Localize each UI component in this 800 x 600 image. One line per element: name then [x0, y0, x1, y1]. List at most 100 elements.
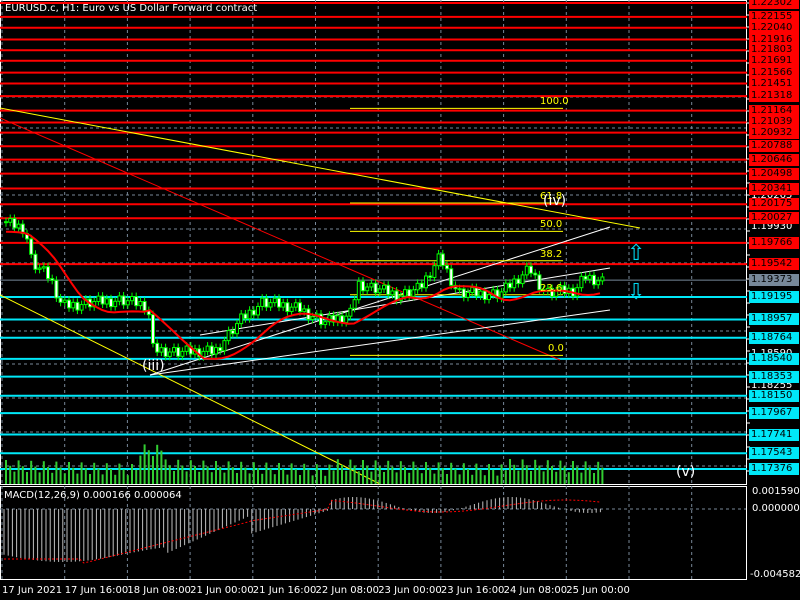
- candle: [134, 296, 139, 307]
- candle: [79, 304, 84, 311]
- candle: [12, 218, 17, 229]
- candle: [50, 278, 55, 281]
- support-price-label: 1.18957: [749, 313, 799, 326]
- time-axis-label: 17 Jun 16:00: [64, 585, 129, 596]
- candle: [445, 264, 449, 270]
- candle: [487, 294, 491, 301]
- candle: [172, 347, 176, 353]
- candle: [184, 345, 189, 352]
- candle: [176, 347, 181, 357]
- candle: [529, 265, 533, 274]
- candle: [390, 290, 395, 296]
- candle: [71, 301, 76, 309]
- candle: [524, 265, 529, 276]
- time-axis-label: 17 Jun 2021: [2, 585, 63, 596]
- candle: [130, 296, 134, 302]
- candle: [503, 282, 508, 293]
- candle: [499, 291, 504, 299]
- candle: [298, 302, 302, 313]
- resistance-price-label: 1.20175: [749, 198, 799, 211]
- trendline-upper: [0, 107, 641, 229]
- candle: [377, 288, 382, 294]
- resistance-price-label: 1.19542: [749, 258, 799, 271]
- resistance-price-label: 1.19766: [749, 236, 799, 249]
- resistance-price-label: 1.21451: [749, 77, 799, 90]
- candle: [428, 275, 433, 278]
- candle: [37, 267, 42, 270]
- candle: [41, 266, 46, 269]
- candle: [478, 290, 483, 297]
- candle: [466, 291, 470, 298]
- candle: [230, 330, 235, 335]
- up-arrow-icon[interactable]: ⇧: [627, 243, 645, 265]
- time-axis-label: 23 Jun 00:00: [378, 585, 442, 596]
- candle: [533, 272, 538, 276]
- support-price-label: 1.18353: [749, 370, 799, 383]
- time-axis-label: 23 Jun 16:00: [440, 585, 505, 596]
- resistance-price-label: 1.21318: [749, 90, 799, 103]
- candle: [222, 340, 227, 352]
- candle: [163, 347, 168, 357]
- fib-level-label: 23.6: [540, 282, 563, 294]
- resistance-price-label: 1.21164: [749, 104, 799, 117]
- candle: [264, 297, 269, 308]
- candle: [302, 308, 307, 313]
- candle: [281, 302, 286, 308]
- candle: [138, 300, 143, 307]
- candle: [520, 274, 525, 285]
- candle: [251, 309, 256, 316]
- chart-canvas[interactable]: [0, 0, 800, 600]
- candle: [226, 330, 231, 342]
- candle: [58, 297, 63, 303]
- candle: [218, 347, 223, 352]
- macd-label: MACD(12,26,9) 0.000166 0.000064: [4, 490, 182, 501]
- moving-average-line: [5, 230, 601, 360]
- time-axis-label: 21 Jun 16:00: [252, 585, 317, 596]
- wave-label-iv: (iv): [543, 193, 567, 209]
- candle: [419, 282, 424, 289]
- candle: [205, 345, 210, 352]
- fib-level-label: 38.2: [540, 248, 563, 260]
- support-price-label: 1.17967: [749, 407, 799, 420]
- down-arrow-icon[interactable]: ⇩: [627, 282, 645, 304]
- candle: [167, 351, 172, 357]
- candle: [592, 274, 596, 286]
- support-price-label: 1.17543: [749, 447, 799, 460]
- support-price-label: 1.17376: [749, 463, 799, 476]
- fib-level-label: 0.0: [548, 343, 564, 355]
- candle: [142, 300, 147, 312]
- candle: [352, 299, 357, 309]
- candle: [386, 284, 391, 296]
- candle: [432, 265, 437, 278]
- candle: [155, 342, 160, 353]
- candle: [54, 279, 59, 299]
- time-axis-label: 25 Jun 00:00: [566, 585, 630, 596]
- candle: [344, 315, 349, 324]
- candle: [289, 306, 294, 313]
- candle: [151, 314, 155, 344]
- resistance-price-label: 1.20341: [749, 182, 799, 195]
- fib-level-label: 50.0: [540, 219, 563, 231]
- candle: [403, 289, 407, 297]
- support-price-label: 1.18764: [749, 331, 799, 344]
- candle: [75, 301, 80, 311]
- candle: [209, 345, 214, 355]
- wave-label-v: (v): [676, 464, 696, 480]
- candle: [587, 274, 592, 280]
- candle: [369, 282, 374, 288]
- resistance-price-label: 1.20027: [749, 212, 799, 225]
- candle: [348, 307, 353, 317]
- candle: [508, 282, 512, 289]
- candle: [415, 282, 420, 291]
- candle: [159, 347, 164, 353]
- candle: [214, 347, 218, 355]
- resistance-price-label: 1.22040: [749, 21, 799, 34]
- candle: [16, 223, 21, 229]
- candle: [180, 350, 185, 357]
- macd-min-label: -0.004582: [750, 569, 800, 580]
- resistance-price-label: 1.21691: [749, 54, 799, 67]
- candle: [424, 275, 428, 289]
- support-price-label: 1.17741: [749, 428, 799, 441]
- candle: [461, 288, 466, 298]
- candle: [579, 275, 584, 289]
